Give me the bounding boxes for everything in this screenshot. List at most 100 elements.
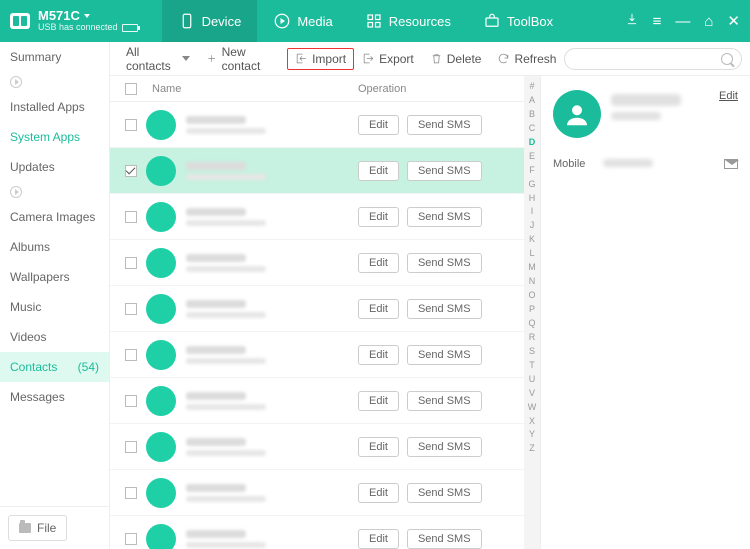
alpha-T[interactable]: T <box>529 359 535 373</box>
minimize-icon[interactable]: — <box>675 13 690 30</box>
sidebar-item-videos[interactable]: Videos <box>0 322 109 352</box>
device-indicator[interactable]: M571C USB has connected <box>38 9 138 33</box>
edit-contact-link[interactable]: Edit <box>719 90 738 102</box>
alpha-F[interactable]: F <box>529 164 535 178</box>
alpha-K[interactable]: K <box>529 233 535 247</box>
alpha-J[interactable]: J <box>530 219 535 233</box>
search-field[interactable] <box>564 48 742 70</box>
home-icon[interactable]: ⌂ <box>704 13 713 30</box>
edit-button[interactable]: Edit <box>358 253 399 273</box>
alpha-A[interactable]: A <box>529 94 535 108</box>
edit-button[interactable]: Edit <box>358 207 399 227</box>
send-sms-button[interactable]: Send SMS <box>407 253 482 273</box>
play-circle-icon[interactable] <box>10 76 22 88</box>
edit-button[interactable]: Edit <box>358 161 399 181</box>
send-sms-button[interactable]: Send SMS <box>407 437 482 457</box>
row-checkbox[interactable] <box>125 349 137 361</box>
nav-media[interactable]: Media <box>257 0 348 42</box>
alpha-O[interactable]: O <box>528 289 535 303</box>
alpha-U[interactable]: U <box>529 373 536 387</box>
all-contacts-dropdown[interactable]: All contacts <box>118 41 198 77</box>
send-sms-button[interactable]: Send SMS <box>407 529 482 549</box>
close-icon[interactable]: ✕ <box>727 12 740 30</box>
alpha-E[interactable]: E <box>529 150 535 164</box>
alpha-#[interactable]: # <box>529 80 534 94</box>
alpha-X[interactable]: X <box>529 415 535 429</box>
search-input[interactable] <box>573 53 721 65</box>
sidebar-item-messages[interactable]: Messages <box>0 382 109 412</box>
alpha-H[interactable]: H <box>529 192 536 206</box>
sidebar-item-system-apps[interactable]: System Apps <box>0 122 109 152</box>
delete-button[interactable]: Delete <box>422 48 490 70</box>
alpha-Z[interactable]: Z <box>529 442 535 456</box>
alpha-R[interactable]: R <box>529 331 536 345</box>
table-row[interactable]: Edit Send SMS <box>110 332 524 378</box>
alpha-B[interactable]: B <box>529 108 535 122</box>
alpha-Y[interactable]: Y <box>529 428 535 442</box>
send-sms-button[interactable]: Send SMS <box>407 299 482 319</box>
alpha-W[interactable]: W <box>528 401 537 415</box>
table-row[interactable]: Edit Send SMS <box>110 470 524 516</box>
row-checkbox[interactable] <box>125 119 137 131</box>
sidebar-item-wallpapers[interactable]: Wallpapers <box>0 262 109 292</box>
alpha-L[interactable]: L <box>529 247 534 261</box>
alpha-G[interactable]: G <box>528 178 535 192</box>
alpha-I[interactable]: I <box>531 205 534 219</box>
sidebar-item-summary[interactable]: Summary <box>0 42 109 72</box>
row-checkbox[interactable] <box>125 487 137 499</box>
sidebar-item-contacts[interactable]: Contacts(54) <box>0 352 109 382</box>
send-sms-button[interactable]: Send SMS <box>407 115 482 135</box>
table-row[interactable]: EditSend SMS <box>110 424 524 470</box>
refresh-button[interactable]: Refresh <box>489 48 564 70</box>
download-icon[interactable] <box>625 12 639 30</box>
send-sms-button[interactable]: Send SMS <box>407 161 482 181</box>
sidebar-item-installed-apps[interactable]: Installed Apps <box>0 92 109 122</box>
play-circle-icon[interactable] <box>10 186 22 198</box>
file-button[interactable]: File <box>8 515 67 541</box>
nav-resources[interactable]: Resources <box>349 0 467 42</box>
row-checkbox[interactable] <box>125 441 137 453</box>
row-checkbox[interactable] <box>125 211 137 223</box>
row-checkbox[interactable] <box>125 165 137 177</box>
send-sms-button[interactable]: Send SMS <box>407 207 482 227</box>
edit-button[interactable]: Edit <box>358 391 399 411</box>
export-button[interactable]: Export <box>354 48 422 70</box>
nav-toolbox[interactable]: ToolBox <box>467 0 569 42</box>
edit-button[interactable]: Edit <box>358 115 399 135</box>
select-all-checkbox[interactable] <box>125 83 137 95</box>
row-checkbox[interactable] <box>125 395 137 407</box>
mail-icon[interactable] <box>724 159 738 169</box>
alpha-D[interactable]: D <box>529 136 536 150</box>
table-row[interactable]: Edit Send SMS <box>110 516 524 549</box>
alpha-Q[interactable]: Q <box>528 317 535 331</box>
import-button[interactable]: Import <box>287 48 354 70</box>
edit-button[interactable]: Edit <box>358 345 399 365</box>
alpha-N[interactable]: N <box>529 275 536 289</box>
table-row[interactable]: Edit Send SMS <box>110 194 524 240</box>
table-row[interactable]: Edit Send SMS <box>110 240 524 286</box>
table-row[interactable]: Edit Send SMS <box>110 102 524 148</box>
row-checkbox[interactable] <box>125 303 137 315</box>
alpha-P[interactable]: P <box>529 303 535 317</box>
alpha-C[interactable]: C <box>529 122 536 136</box>
table-row[interactable]: Edit Send SMS <box>110 148 524 194</box>
send-sms-button[interactable]: Send SMS <box>407 391 482 411</box>
sidebar-item-albums[interactable]: Albums <box>0 232 109 262</box>
alpha-M[interactable]: M <box>528 261 536 275</box>
edit-button[interactable]: Edit <box>358 529 399 549</box>
sidebar-item-music[interactable]: Music <box>0 292 109 322</box>
nav-device[interactable]: Device <box>162 0 258 42</box>
alpha-V[interactable]: V <box>529 387 535 401</box>
alpha-S[interactable]: S <box>529 345 535 359</box>
edit-button[interactable]: Edit <box>358 299 399 319</box>
edit-button[interactable]: Edit <box>358 483 399 503</box>
sidebar-item-updates[interactable]: Updates <box>0 152 109 182</box>
row-checkbox[interactable] <box>125 533 137 545</box>
table-row[interactable]: Edit Send SMS <box>110 378 524 424</box>
row-checkbox[interactable] <box>125 257 137 269</box>
send-sms-button[interactable]: Send SMS <box>407 483 482 503</box>
sidebar-item-camera-images[interactable]: Camera Images <box>0 202 109 232</box>
menu-icon[interactable]: ≡ <box>653 13 662 30</box>
table-row[interactable]: Edit Send SMS <box>110 286 524 332</box>
send-sms-button[interactable]: Send SMS <box>407 345 482 365</box>
